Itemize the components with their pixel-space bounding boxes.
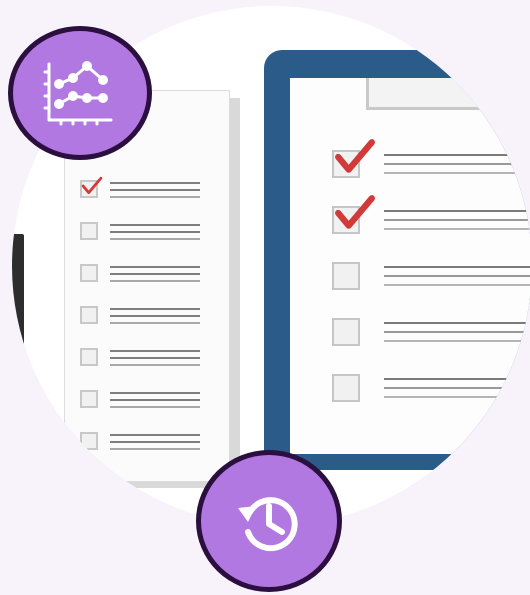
checked-box [332,206,360,234]
paper-checklist-item [64,222,228,244]
unchecked-box [80,264,98,282]
unchecked-box [80,432,98,450]
text-lines [384,154,530,181]
clipboard-checklist-item [332,139,530,181]
text-lines [110,434,200,455]
unchecked-box [80,306,98,324]
clipboard-clip [366,78,516,110]
paper-checklist-item [64,432,228,454]
unchecked-box [80,222,98,240]
paper-checklist-item [64,176,228,203]
text-lines [110,308,200,329]
clipboard-checklist-item [332,195,530,237]
unchecked-box [80,390,98,408]
onboarding-illustration [0,0,530,595]
clipboard-checklist-item [332,374,530,402]
checked-box [80,180,98,198]
paper-checklist-item [64,390,228,412]
text-lines [384,378,530,405]
history-badge [196,450,342,592]
text-lines [384,322,530,349]
unchecked-box [332,262,360,290]
analytics-badge [8,26,152,160]
paper-checklist-item [64,264,228,286]
text-lines [110,224,200,245]
paper-checklist-item [64,306,228,328]
unchecked-box [80,348,98,366]
clipboard-checklist-item [332,262,530,290]
text-lines [384,266,530,293]
text-lines [384,210,530,237]
text-lines [110,266,200,287]
paper-checklist-item [64,348,228,370]
unchecked-box [332,374,360,402]
unchecked-box [332,318,360,346]
line-chart-icon [43,61,113,126]
text-lines [110,350,200,371]
checked-box [332,150,360,178]
text-lines [110,392,200,413]
history-clock-icon [238,497,298,552]
background-device-edge [12,234,24,404]
text-lines [110,182,200,203]
clipboard-checklist-item [332,318,530,346]
